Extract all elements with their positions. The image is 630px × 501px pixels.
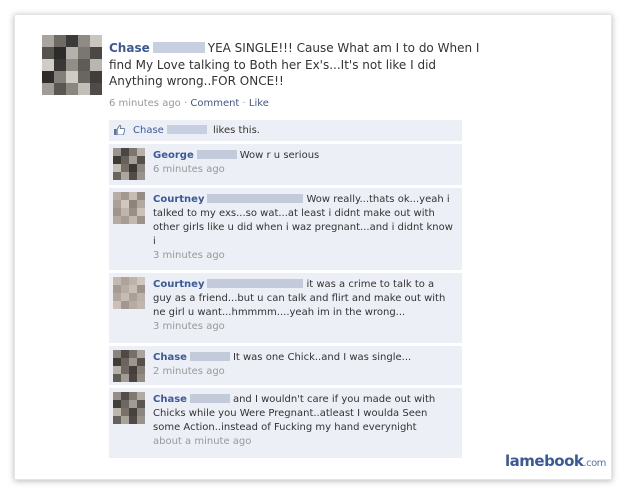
comment-text: It was one Chick..and I was single... <box>232 352 412 363</box>
commenter-avatar[interactable] <box>113 192 145 224</box>
redacted-surname <box>152 42 205 53</box>
liker-name[interactable]: Chase <box>133 125 164 136</box>
watermark-tld: .com <box>583 458 606 469</box>
like-link[interactable]: Like <box>249 98 269 109</box>
comment-item: Courtney Wow really...thats ok...yeah i t… <box>109 188 462 270</box>
commenter-avatar[interactable] <box>113 350 145 382</box>
comment-author[interactable]: Chase <box>153 394 187 405</box>
comment-timestamp[interactable]: 2 minutes ago <box>153 365 455 379</box>
comment-author[interactable]: George <box>153 150 194 161</box>
redacted-surname <box>189 352 230 361</box>
redacted-surname <box>207 194 304 203</box>
redacted-surname <box>189 394 230 403</box>
comment-author[interactable]: Chase <box>153 352 187 363</box>
comment-link[interactable]: Comment <box>190 98 239 109</box>
commenter-avatar[interactable] <box>113 148 145 180</box>
likes-text: likes this. <box>213 125 260 136</box>
comment-item: George Wow r u serious 6 minutes ago <box>109 144 462 185</box>
status-message: Chase YEA SINGLE!!! Cause What am I to do… <box>109 40 489 90</box>
redacted-surname <box>166 125 207 134</box>
comment-timestamp[interactable]: 6 minutes ago <box>153 163 455 177</box>
redacted-surname <box>196 150 237 159</box>
comment-author[interactable]: Courtney <box>153 279 204 290</box>
watermark-brand: lamebook <box>505 452 584 470</box>
comment-timestamp[interactable]: 3 minutes ago <box>153 320 455 334</box>
commenter-avatar[interactable] <box>113 277 145 309</box>
post-author-name[interactable]: Chase <box>109 41 150 55</box>
lamebook-watermark: lamebook.com <box>505 452 606 470</box>
comment-timestamp[interactable]: 3 minutes ago <box>153 249 455 263</box>
comment-author[interactable]: Courtney <box>153 194 204 205</box>
comment-item: Chase It was one Chick..and I was single.… <box>109 346 462 385</box>
thumbs-up-icon <box>114 125 125 135</box>
comment-item: Chase and I wouldn't care if you made out… <box>109 388 462 458</box>
comment-item: Courtney it was a crime to talk to a guy … <box>109 273 462 343</box>
commenter-avatar[interactable] <box>113 392 145 424</box>
redacted-surname <box>207 279 304 288</box>
post-meta: 6 minutes ago · Comment · Like <box>109 98 269 109</box>
meta-separator: · <box>242 98 246 109</box>
author-avatar[interactable] <box>42 35 102 95</box>
post-timestamp[interactable]: 6 minutes ago <box>109 98 181 109</box>
post-card: Chase YEA SINGLE!!! Cause What am I to do… <box>14 14 612 480</box>
likes-bar: Chase likes this. <box>109 120 462 141</box>
comment-text: Wow r u serious <box>239 150 320 161</box>
comment-timestamp[interactable]: about a minute ago <box>153 435 455 449</box>
meta-separator: · <box>183 98 188 109</box>
